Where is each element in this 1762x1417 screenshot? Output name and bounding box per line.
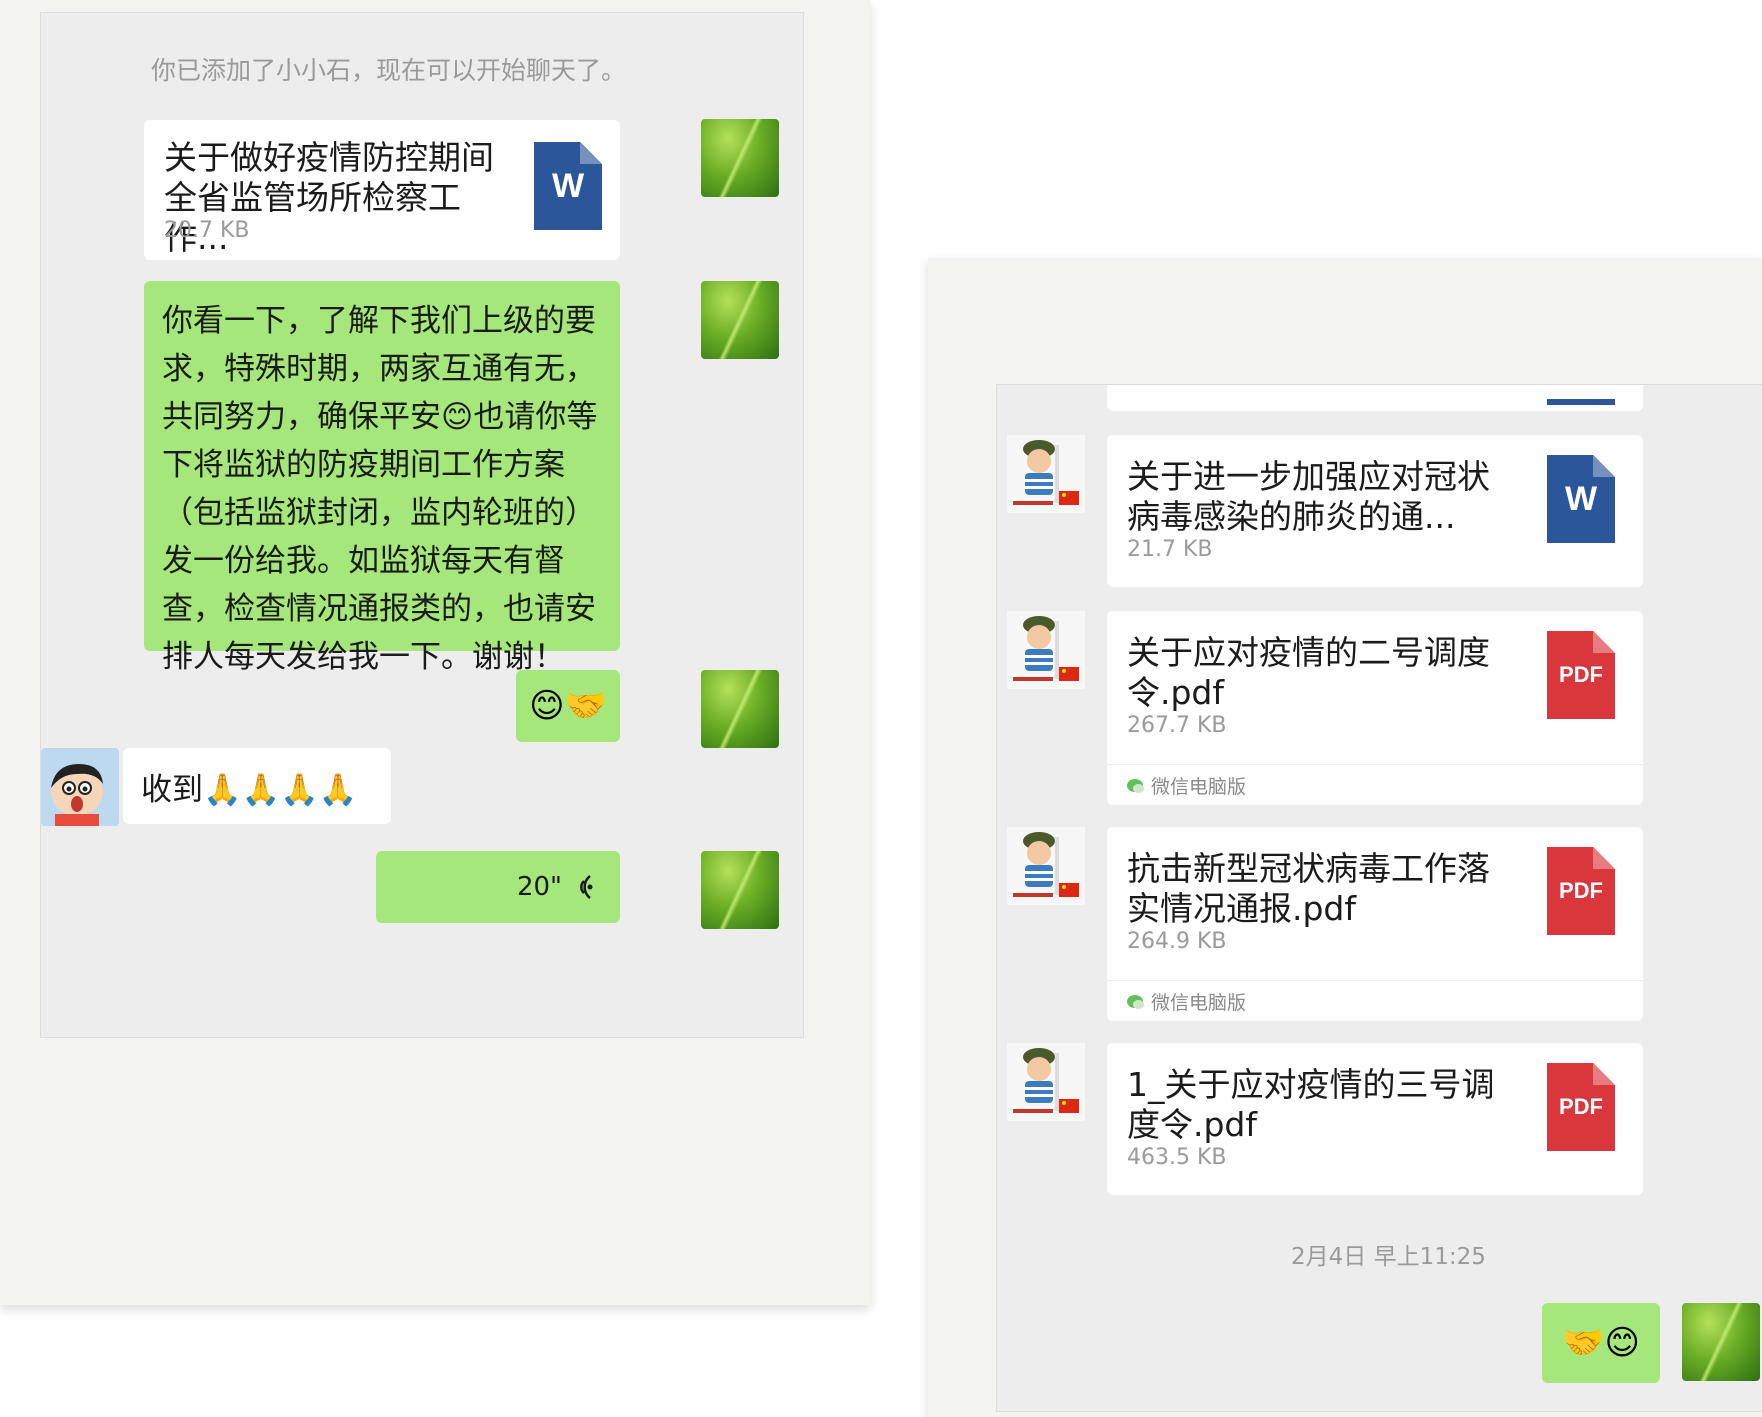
right-chat-panel[interactable]: 关于进一步加强应对冠状病毒感染的肺炎的通... 21.7 KB W 关于应对疫情的二号… xyxy=(996,384,1762,1412)
cartoon-avatar-icon xyxy=(41,748,119,826)
my-avatar[interactable] xyxy=(701,281,779,359)
file-message-card[interactable]: 关于进一步加强应对冠状病毒感染的肺炎的通... 21.7 KB W xyxy=(1107,435,1643,587)
file-message-card[interactable]: 抗击新型冠状病毒工作落实情况通报.pdf 264.9 KB PDF 微信电脑版 xyxy=(1107,827,1643,1021)
emoji-message-bubble[interactable]: 🤝😊 xyxy=(1542,1303,1660,1383)
emoji-message-bubble[interactable]: 😊🤝 xyxy=(516,670,620,742)
source-label: 微信电脑版 xyxy=(1151,775,1247,798)
soldier-avatar-icon xyxy=(1007,611,1085,689)
reply-bubble[interactable]: 收到🙏🙏🙏🙏 xyxy=(123,748,391,824)
text-message-bubble[interactable]: 你看一下，了解下我们上级的要求，特殊时期，两家互通有无，共同努力，确保平安😊也请… xyxy=(144,281,620,675)
wechat-logo-icon xyxy=(1127,994,1144,1009)
my-avatar[interactable] xyxy=(701,119,779,197)
sender-avatar[interactable] xyxy=(1007,1043,1085,1121)
timestamp: 2月4日 早上11:25 xyxy=(1291,1244,1486,1270)
system-notice: 你已添加了小小石，现在可以开始聊天了。 xyxy=(151,56,627,85)
word-doc-icon: W xyxy=(534,142,602,230)
pdf-file-icon: PDF xyxy=(1547,631,1615,719)
card-source-footer: 微信电脑版 xyxy=(1107,980,1643,1021)
file-message-card[interactable] xyxy=(1107,385,1643,411)
word-doc-icon xyxy=(1547,399,1615,405)
emoji-text: 😊🤝 xyxy=(529,686,607,726)
file-title: 关于应对疫情的二号调度令.pdf xyxy=(1127,633,1490,712)
voice-duration: 20" xyxy=(516,872,562,902)
file-size: 267.7 KB xyxy=(1127,713,1227,738)
soldier-avatar-icon xyxy=(1007,1043,1085,1121)
file-size: 20.7 KB xyxy=(164,218,250,243)
soldier-avatar-icon xyxy=(1007,827,1085,905)
file-size: 21.7 KB xyxy=(1127,537,1213,562)
file-message-card[interactable]: 1_关于应对疫情的三号调度令.pdf 463.5 KB PDF xyxy=(1107,1043,1643,1195)
voice-message-bubble[interactable]: 20" xyxy=(376,851,620,923)
file-message-card[interactable]: 关于做好疫情防控期间全省监管场所检察工作... 20.7 KB W xyxy=(144,120,620,260)
sender-avatar[interactable] xyxy=(1007,611,1085,689)
file-title: 关于进一步加强应对冠状病毒感染的肺炎的通... xyxy=(1127,457,1490,536)
file-title: 抗击新型冠状病毒工作落实情况通报.pdf xyxy=(1127,849,1490,928)
voice-wave-icon xyxy=(580,875,593,899)
my-avatar[interactable] xyxy=(701,670,779,748)
contact-avatar[interactable] xyxy=(41,748,119,826)
file-size: 264.9 KB xyxy=(1127,929,1227,954)
source-label: 微信电脑版 xyxy=(1151,991,1247,1014)
reply-text: 收到🙏🙏🙏🙏 xyxy=(141,771,358,808)
sender-avatar[interactable] xyxy=(1007,827,1085,905)
pdf-file-icon: PDF xyxy=(1547,847,1615,935)
card-source-footer: 微信电脑版 xyxy=(1107,764,1643,805)
message-text: 你看一下，了解下我们上级的要求，特殊时期，两家互通有无，共同努力，确保平安😊也请… xyxy=(162,303,598,675)
pdf-file-icon: PDF xyxy=(1547,1063,1615,1151)
soldier-avatar-icon xyxy=(1007,435,1085,513)
emoji-text: 🤝😊 xyxy=(1562,1323,1640,1363)
my-avatar[interactable] xyxy=(1682,1303,1760,1381)
my-avatar[interactable] xyxy=(701,851,779,929)
left-chat-panel[interactable]: 你已添加了小小石，现在可以开始聊天了。 关于做好疫情防控期间全省监管场所检察工作… xyxy=(40,12,804,1038)
file-size: 463.5 KB xyxy=(1127,1145,1227,1170)
file-title: 1_关于应对疫情的三号调度令.pdf xyxy=(1127,1065,1495,1144)
file-message-card[interactable]: 关于应对疫情的二号调度令.pdf 267.7 KB PDF 微信电脑版 xyxy=(1107,611,1643,805)
sender-avatar[interactable] xyxy=(1007,435,1085,513)
wechat-logo-icon xyxy=(1127,778,1144,793)
word-doc-icon: W xyxy=(1547,455,1615,543)
